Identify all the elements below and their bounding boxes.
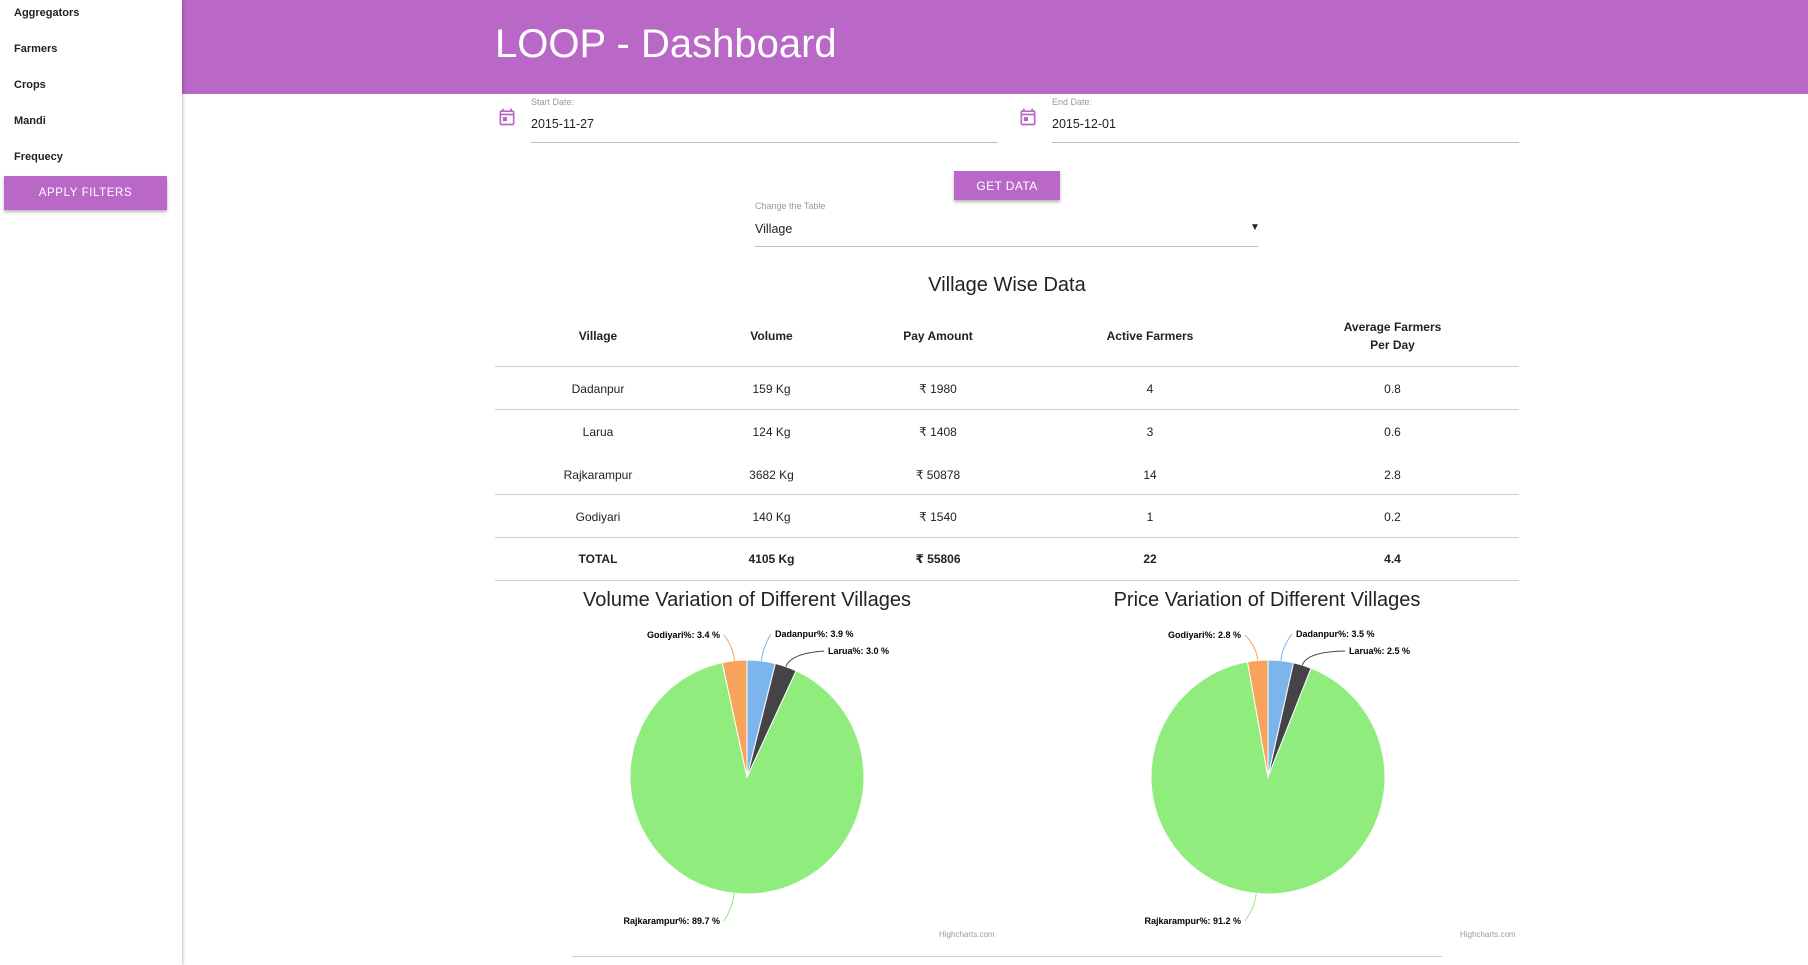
table-cell: 3682 Kg [749,467,794,482]
table-row: Rajkarampur 3682 Kg ₹ 50878 14 2.8 [495,453,1519,496]
table-cell: TOTAL [578,552,618,566]
table-cell: 0.6 [1384,424,1401,439]
table-cell: 2.8 [1384,467,1401,482]
column-header: Average Farmers Per Day [1343,320,1442,352]
table-cell: 1 [1146,509,1154,524]
table-cell: Dadanpur [571,381,625,396]
table-cell: 140 Kg [752,509,791,524]
price-chart-title: Price Variation of Different Villages [1113,589,1421,611]
end-date-label: End Date: [1052,97,1093,107]
apply-filters-button[interactable]: APPLY FILTERS [4,176,167,210]
table-cell: 22 [1143,552,1157,566]
table-cell: 4 [1146,381,1154,396]
table-cell: 159 Kg [752,381,791,396]
highcharts-credit[interactable]: Highcharts.com [939,930,995,939]
data-label: Dadanpur%: 3.5 % [1296,629,1375,639]
table-cell: Godiyari [575,509,621,524]
table-total-row: TOTAL 4105 Kg ₹ 55806 22 4.4 [495,538,1519,580]
data-label: Rajkarampur%: 89.7 % [623,916,720,926]
end-date-input[interactable]: 2015-12-01 [1052,117,1116,131]
table-select-label: Change the Table [755,201,826,211]
table-header-row: Village Volume Pay Amount Active Farmers… [495,314,1519,358]
table-cell: 4.4 [1384,552,1401,566]
table-cell: Larua [582,424,614,439]
column-header: Active Farmers [1106,329,1194,343]
table-cell: Rajkarampur [563,467,633,482]
data-label: Rajkarampur%: 91.2 % [1144,916,1241,926]
sidebar-item-frequency[interactable]: Frequecy [14,151,63,163]
table-cell: 0.2 [1384,509,1401,524]
get-data-button[interactable]: GET DATA [954,171,1060,200]
start-date-label: Start Date: [531,97,575,107]
table-select-underline [755,246,1258,247]
data-label: Godiyari%: 2.8 % [1168,630,1241,640]
table-cell: 4105 Kg [748,552,795,566]
calendar-icon[interactable] [1018,107,1038,127]
column-header: Pay Amount [903,329,973,343]
sidebar-item-farmers[interactable]: Farmers [14,43,57,55]
table-cell: 0.8 [1384,381,1401,396]
label-connector [1280,633,1293,661]
table-cell: ₹ 1980 [919,381,957,396]
start-date-underline [531,142,998,143]
start-date-input[interactable]: 2015-11-27 [531,117,594,131]
data-label: Larua%: 2.5 % [1349,646,1410,656]
table-row: Godiyari 140 Kg ₹ 1540 1 0.2 [495,495,1519,538]
sidebar: Aggregators Farmers Crops Mandi Frequecy… [0,0,182,965]
label-connector [1244,634,1259,661]
table-cell: 14 [1143,467,1157,482]
bottom-divider [572,956,1442,957]
table-row: Dadanpur 159 Kg ₹ 1980 4 0.8 [495,367,1519,410]
table-select[interactable]: Village [755,222,792,236]
page-title: LOOP - Dashboard [495,22,837,66]
data-label: Larua%: 3.0 % [828,646,889,656]
table-cell: ₹ 50878 [915,467,961,482]
column-header: Volume [750,329,793,343]
calendar-icon[interactable] [497,107,517,127]
sidebar-item-mandi[interactable]: Mandi [14,115,46,127]
table-row: Larua 124 Kg ₹ 1408 3 0.6 [495,410,1519,453]
header-bar: LOOP - Dashboard [182,0,1808,94]
price-pie-chart: Dadanpur%: 3.5 % Larua%: 2.5 % Rajkarampur… [1144,629,1410,926]
table-cell: 3 [1146,424,1154,439]
table-cell: ₹ 1540 [919,509,957,524]
table-title: Village Wise Data [928,274,1086,296]
table-cell: 124 Kg [752,424,791,439]
sidebar-item-aggregators[interactable]: Aggregators [14,7,79,19]
highcharts-credit[interactable]: Highcharts.com [1460,930,1516,939]
row-divider [495,580,1519,581]
label-connector [1301,650,1346,666]
label-connector [1244,893,1257,922]
data-label: Dadanpur%: 3.9 % [775,629,854,639]
label-connector [723,893,735,922]
volume-chart-title: Volume Variation of Different Villages [583,589,911,611]
label-connector [760,633,772,661]
table-cell: ₹ 55806 [915,552,961,566]
sidebar-item-crops[interactable]: Crops [14,79,46,91]
label-connector [785,650,825,667]
label-connector [723,634,736,661]
dropdown-arrow-icon[interactable]: ▼ [1250,222,1260,233]
volume-pie-chart: Dadanpur%: 3.9 % Larua%: 3.0 % Rajkarampur… [623,629,889,926]
data-label: Godiyari%: 3.4 % [647,630,720,640]
column-header: Village [578,329,618,343]
table-cell: ₹ 1408 [919,424,957,439]
end-date-underline [1052,142,1519,143]
